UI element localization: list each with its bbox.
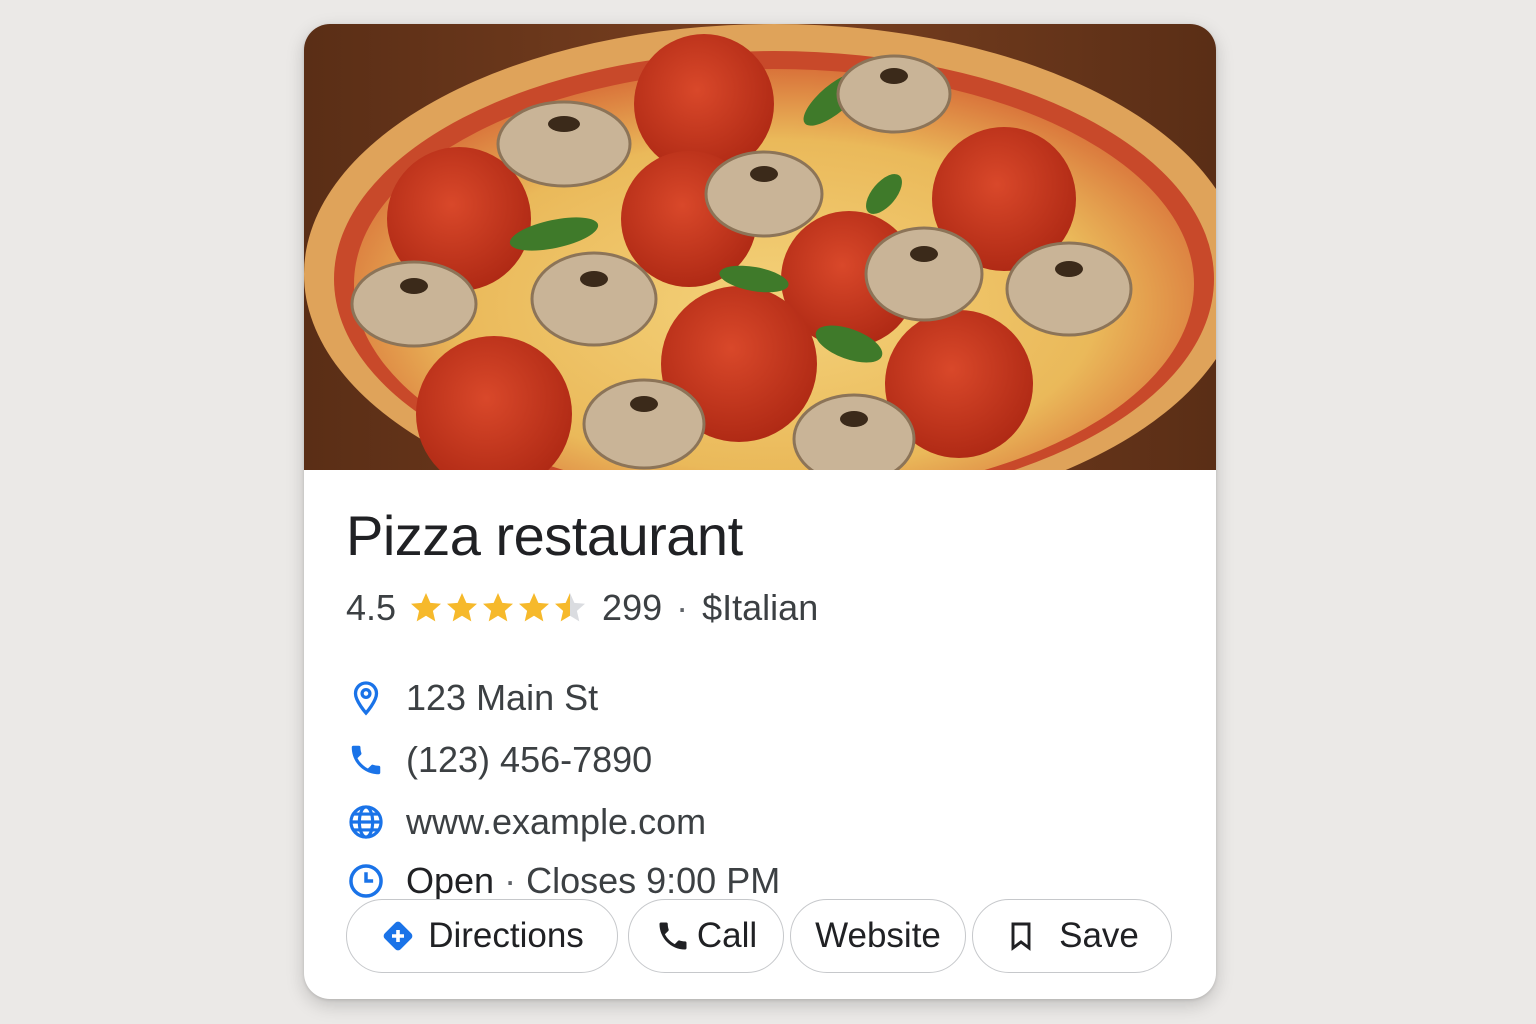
website-button[interactable]: Website bbox=[790, 899, 966, 973]
website-row[interactable]: www.example.com bbox=[346, 798, 706, 846]
place-card: Pizza restaurant 4.5 299 · $Italian 123 … bbox=[304, 24, 1216, 999]
bookmark-icon bbox=[1005, 917, 1037, 955]
hours-row[interactable]: Open · Closes 9:00 PM bbox=[346, 857, 780, 905]
save-button[interactable]: Save bbox=[972, 899, 1172, 973]
review-count[interactable]: 299 bbox=[602, 587, 662, 629]
globe-icon bbox=[346, 802, 386, 842]
address-row[interactable]: 123 Main St bbox=[346, 674, 598, 722]
separator: · bbox=[504, 860, 517, 901]
star-rating[interactable] bbox=[408, 590, 588, 626]
star-icon bbox=[519, 593, 550, 622]
half-star-icon bbox=[555, 593, 586, 622]
phone-row[interactable]: (123) 456-7890 bbox=[346, 736, 652, 784]
phone-icon bbox=[655, 918, 691, 954]
pizza-photo[interactable] bbox=[304, 24, 1216, 470]
rating-value: 4.5 bbox=[346, 587, 397, 628]
open-status: Open bbox=[406, 860, 495, 901]
rating-row: 4.5 299 · $Italian bbox=[346, 584, 818, 632]
phone-text: (123) 456-7890 bbox=[406, 739, 653, 780]
clock-icon bbox=[346, 861, 386, 901]
website-label: Website bbox=[815, 916, 941, 955]
directions-icon bbox=[380, 918, 416, 954]
place-title: Pizza restaurant bbox=[346, 504, 743, 567]
address-text: 123 Main St bbox=[406, 677, 599, 718]
directions-label: Directions bbox=[428, 916, 584, 955]
save-label: Save bbox=[1059, 916, 1139, 955]
closing-time: Closes 9:00 PM bbox=[526, 860, 781, 901]
star-icon bbox=[411, 593, 442, 622]
phone-icon bbox=[346, 740, 386, 780]
website-text: www.example.com bbox=[406, 801, 707, 842]
call-label: Call bbox=[696, 916, 758, 955]
star-icon bbox=[447, 593, 478, 622]
directions-button[interactable]: Directions bbox=[346, 899, 618, 973]
location-pin-icon bbox=[346, 678, 386, 718]
star-icon bbox=[483, 593, 514, 622]
separator: · bbox=[676, 587, 689, 628]
price-category: $Italian bbox=[702, 587, 819, 628]
call-button[interactable]: Call bbox=[628, 899, 784, 973]
